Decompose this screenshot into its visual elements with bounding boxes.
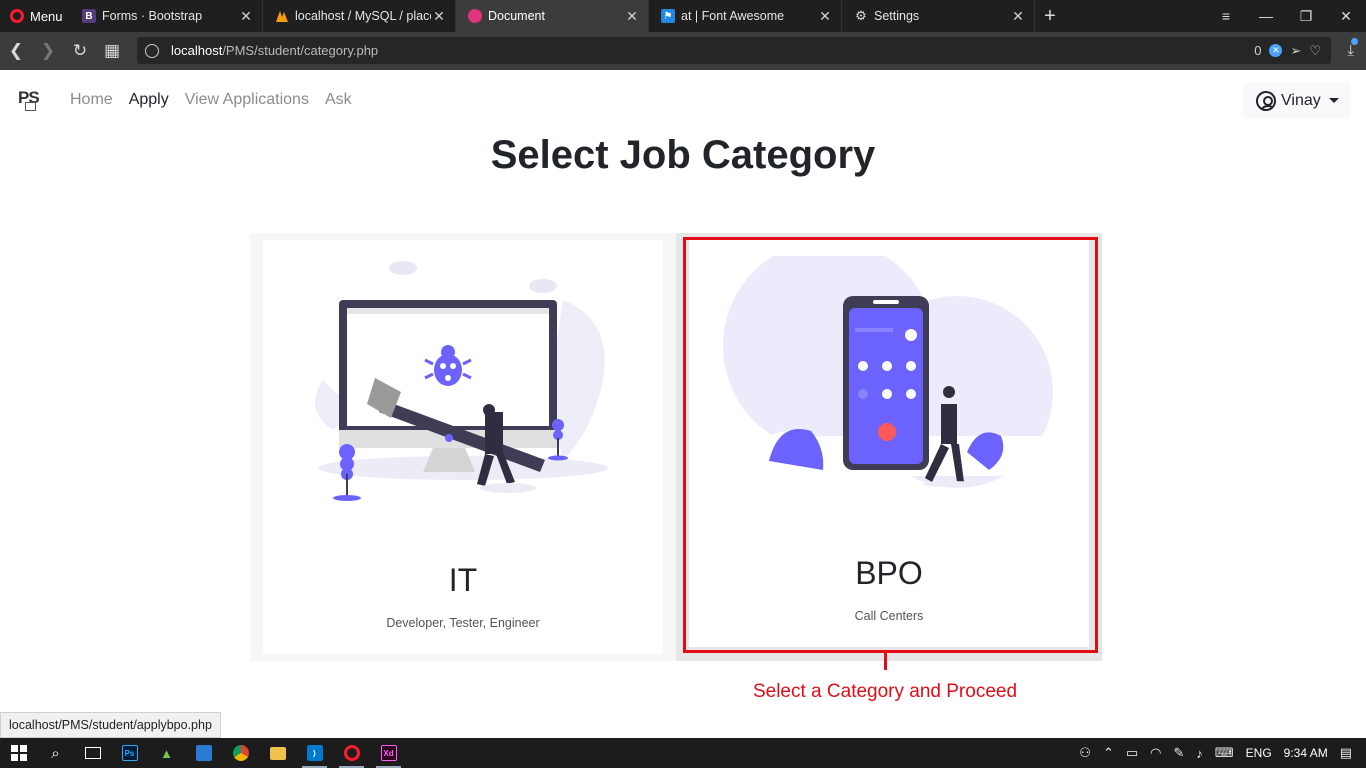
caret-down-icon [1328, 98, 1339, 103]
opera-menu-button[interactable]: Menu [0, 0, 70, 32]
wifi-icon[interactable]: ◠ [1150, 745, 1161, 761]
send-icon[interactable]: ➢ [1290, 43, 1301, 59]
browser-tab-phpmyadmin[interactable]: localhost / MySQL / placement ✕ [263, 0, 456, 32]
category-title-it: IT [448, 562, 478, 598]
tab-title: Forms · Bootstrap [102, 9, 203, 23]
nav-links: Home Apply View Applications Ask [70, 91, 352, 109]
annotation-label: Select a Category and Proceed [752, 681, 1018, 702]
url-field[interactable]: localhost/PMS/student/category.php 0 ✕ ➢… [137, 37, 1331, 64]
forward-icon[interactable]: ❯ [32, 41, 64, 61]
nav-link-ask[interactable]: Ask [325, 91, 352, 109]
globe-icon [145, 43, 159, 58]
category-subtitle-it: Developer, Tester, Engineer [386, 616, 540, 630]
remote-desktop-icon[interactable] [185, 738, 222, 768]
tab-title: localhost / MySQL / placement [295, 9, 431, 23]
window-controls: ≡ — ❐ ✕ [1206, 0, 1366, 32]
envelope-icon [25, 102, 36, 111]
browser-tab-strip: Menu B Forms · Bootstrap ✕ localhost / M… [0, 0, 1366, 32]
android-studio-icon[interactable]: ▲ [148, 738, 185, 768]
people-icon[interactable]: ⚇ [1079, 745, 1091, 761]
language-indicator[interactable]: ENG [1246, 746, 1272, 760]
nav-link-home[interactable]: Home [70, 91, 113, 109]
user-name: Vinay [1281, 91, 1321, 109]
gear-icon: ⚙ [855, 8, 867, 23]
browser-tab-fontawesome[interactable]: ⚑ at | Font Awesome ✕ [649, 0, 842, 32]
tab-title: Settings [874, 9, 920, 23]
task-view-icon[interactable] [74, 738, 111, 768]
new-tab-button[interactable]: + [1035, 0, 1065, 32]
tab-menu-icon[interactable]: ≡ [1206, 0, 1246, 32]
speed-dial-icon[interactable]: ▦ [96, 41, 128, 61]
document-icon [468, 9, 482, 23]
file-explorer-icon[interactable] [259, 738, 296, 768]
notifications-icon[interactable]: ▤ [1340, 745, 1352, 761]
bootstrap-icon: B [82, 9, 96, 23]
pen-icon[interactable]: ✎ [1173, 745, 1184, 761]
adblock-count: 0 [1254, 43, 1262, 58]
close-tab-icon[interactable]: ✕ [624, 8, 640, 25]
annotation-connector-line [884, 653, 887, 670]
phpmyadmin-icon [275, 9, 289, 23]
battery-icon[interactable]: ▭ [1126, 745, 1138, 761]
download-badge [1351, 38, 1358, 45]
brand-logo[interactable]: PS [18, 88, 40, 111]
browser-tab-settings[interactable]: ⚙ Settings ✕ [842, 0, 1035, 32]
menu-label: Menu [30, 8, 63, 24]
opera-logo-icon [10, 9, 24, 23]
back-icon[interactable]: ❮ [0, 41, 32, 61]
bug-fixing-illustration [315, 261, 608, 501]
windows-start-icon[interactable] [0, 738, 37, 768]
user-dropdown-button[interactable]: Vinay [1243, 82, 1350, 119]
close-tab-icon[interactable]: ✕ [1010, 8, 1026, 25]
chrome-icon[interactable] [222, 738, 259, 768]
url-text: localhost/PMS/student/category.php [171, 43, 379, 58]
volume-icon[interactable]: ♪ [1196, 746, 1203, 761]
windows-taskbar: ⌕ Ps ▲ ⟩ Xd ⚇ ⌃ ▭ ◠ ✎ ♪ ⌨ ENG 9:34 AM ▤ [0, 738, 1366, 768]
restore-icon[interactable]: ❐ [1286, 0, 1326, 32]
adobe-xd-icon[interactable]: Xd [370, 738, 407, 768]
chevron-up-icon[interactable]: ⌃ [1103, 745, 1114, 761]
close-tab-icon[interactable]: ✕ [238, 8, 254, 25]
keyboard-icon[interactable]: ⌨ [1215, 745, 1234, 761]
photoshop-icon[interactable]: Ps [111, 738, 148, 768]
tab-title: Document [488, 9, 545, 23]
category-card-it[interactable]: IT Developer, Tester, Engineer [263, 240, 663, 654]
system-tray: ⚇ ⌃ ▭ ◠ ✎ ♪ ⌨ ENG 9:34 AM ▤ [1079, 745, 1366, 761]
close-window-icon[interactable]: ✕ [1326, 0, 1366, 32]
annotation-highlight-box [683, 237, 1098, 653]
close-tab-icon[interactable]: ✕ [817, 8, 833, 25]
search-icon[interactable]: ⌕ [37, 738, 74, 768]
page-title: Select Job Category [490, 133, 876, 177]
link-status-bar: localhost/PMS/student/applybpo.php [0, 712, 221, 738]
user-circle-icon [1256, 90, 1276, 111]
flag-icon: ⚑ [661, 9, 675, 23]
adblock-icon[interactable]: ✕ [1269, 44, 1283, 57]
nav-link-view-applications[interactable]: View Applications [185, 91, 309, 109]
site-navbar: PS Home Apply View Applications Ask Vina… [0, 70, 1366, 132]
vscode-icon[interactable]: ⟩ [296, 738, 333, 768]
opera-browser-icon[interactable] [333, 738, 370, 768]
browser-tab-bootstrap[interactable]: B Forms · Bootstrap ✕ [70, 0, 263, 32]
reload-icon[interactable]: ↻ [64, 41, 96, 61]
nav-link-apply[interactable]: Apply [129, 91, 169, 109]
tab-title: at | Font Awesome [681, 9, 785, 23]
address-bar-row: ❮ ❯ ↻ ▦ localhost/PMS/student/category.p… [0, 32, 1366, 70]
heart-icon[interactable]: ♡ [1309, 43, 1321, 59]
clock[interactable]: 9:34 AM [1284, 746, 1328, 760]
minimize-icon[interactable]: — [1246, 0, 1286, 32]
browser-tab-document[interactable]: Document ✕ [456, 0, 649, 32]
close-tab-icon[interactable]: ✕ [431, 8, 447, 25]
